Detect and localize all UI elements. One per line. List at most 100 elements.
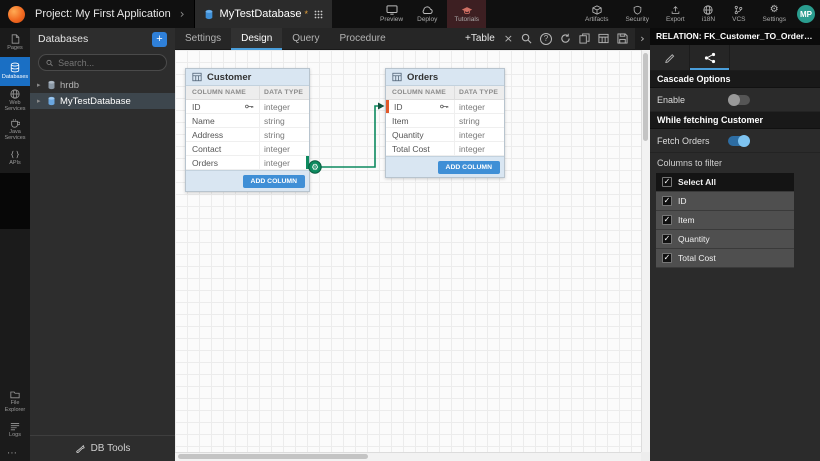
scrollbar-thumb[interactable] xyxy=(643,53,648,141)
column-type: integer xyxy=(259,100,309,113)
chevron-right-icon[interactable]: › xyxy=(180,7,185,21)
user-avatar[interactable]: MP xyxy=(797,5,815,23)
column-row-item[interactable]: Item string xyxy=(386,114,504,128)
tutorials-label: Tutorials xyxy=(454,16,479,23)
deploy-button[interactable]: Deploy xyxy=(413,0,441,28)
scrollbar-thumb[interactable] xyxy=(178,454,368,459)
artifacts-button[interactable]: Artifacts xyxy=(581,0,612,28)
zoom-search-icon[interactable] xyxy=(521,33,532,44)
database-tab[interactable]: MyTestDatabase * xyxy=(194,0,332,28)
settings-button[interactable]: ⚙ Settings xyxy=(759,0,791,28)
pages-file-icon xyxy=(11,34,20,44)
checkbox-checked-icon[interactable]: ✓ xyxy=(662,234,672,244)
grid-menu-icon[interactable] xyxy=(314,10,323,19)
search-input[interactable] xyxy=(58,58,159,68)
preview-button[interactable]: Preview xyxy=(376,0,407,28)
help-icon[interactable]: ? xyxy=(540,33,552,45)
i18n-button[interactable]: i18N xyxy=(698,0,719,28)
column-row-address[interactable]: Address string xyxy=(186,128,309,142)
filter-row-id[interactable]: ✓ ID xyxy=(656,192,794,211)
rail-item-pages[interactable]: Pages xyxy=(0,28,30,57)
topbar-right-actions: Artifacts Security Export xyxy=(581,0,790,28)
wavemaker-logo-icon[interactable] xyxy=(8,6,25,23)
canvas-toolbar-icons: × ? xyxy=(504,32,628,45)
security-button[interactable]: Security xyxy=(621,0,652,28)
tab-relations[interactable] xyxy=(690,45,730,70)
rail-item-apis[interactable]: APIs xyxy=(0,144,30,173)
scrollbar-corner xyxy=(641,452,650,461)
add-table-button[interactable]: +Table xyxy=(465,33,495,44)
table-card-header[interactable]: Orders xyxy=(386,69,504,86)
column-row-orders[interactable]: Orders integer xyxy=(186,156,309,170)
tab-design[interactable]: Design xyxy=(231,28,282,50)
rail-label: APIs xyxy=(9,160,21,166)
add-database-button[interactable]: + xyxy=(152,32,167,47)
column-row-id[interactable]: ID integer xyxy=(186,100,309,114)
export-table-icon[interactable] xyxy=(598,33,609,44)
table-card-header[interactable]: Customer xyxy=(186,69,309,86)
rail-item-web-services[interactable]: Web Services xyxy=(0,86,30,115)
fetch-orders-label: Fetch Orders xyxy=(657,136,710,146)
fetch-orders-toggle[interactable] xyxy=(728,136,750,146)
column-row-total-cost[interactable]: Total Cost integer xyxy=(386,142,504,156)
filter-row-select-all[interactable]: ✓ Select All xyxy=(656,173,794,192)
deploy-label: Deploy xyxy=(417,16,437,23)
checkbox-checked-icon[interactable]: ✓ xyxy=(662,177,672,187)
top-bar: Project: My First Application › MyTestDa… xyxy=(0,0,820,28)
column-row-name[interactable]: Name string xyxy=(186,114,309,128)
tab-settings[interactable]: Settings xyxy=(175,28,231,50)
rail-item-file-explorer[interactable]: File Explorer xyxy=(0,387,30,416)
tree-chevron-icon[interactable]: ▸ xyxy=(37,97,43,105)
column-type: integer xyxy=(454,100,504,113)
rail-label: Logs xyxy=(9,432,21,438)
filter-row-item[interactable]: ✓ Item xyxy=(656,211,794,230)
relation-anchor[interactable] xyxy=(306,156,309,169)
table-card-customer[interactable]: Customer COLUMN NAME DATA TYPE ID intege… xyxy=(185,68,310,192)
column-row-contact[interactable]: Contact integer xyxy=(186,142,309,156)
enable-toggle[interactable] xyxy=(728,95,750,105)
vcs-label: VCS xyxy=(732,16,745,23)
export-button[interactable]: Export xyxy=(662,0,689,28)
column-name: Contact xyxy=(192,144,221,154)
save-icon[interactable] xyxy=(617,33,628,44)
checkbox-checked-icon[interactable]: ✓ xyxy=(662,196,672,206)
checkbox-checked-icon[interactable]: ✓ xyxy=(662,253,672,263)
tab-query[interactable]: Query xyxy=(282,28,329,50)
web-services-globe-icon xyxy=(10,89,20,99)
add-column-button[interactable]: ADD COLUMN xyxy=(243,175,305,188)
tab-edit[interactable] xyxy=(650,45,690,70)
export-label: Export xyxy=(666,16,685,23)
cascade-options-header: Cascade Options xyxy=(650,71,820,88)
tree-chevron-icon[interactable]: ▸ xyxy=(37,81,43,89)
column-name: Address xyxy=(192,130,223,140)
database-search[interactable] xyxy=(38,54,167,71)
more-options-icon[interactable]: ⋯ xyxy=(0,445,30,461)
copy-icon[interactable] xyxy=(579,33,590,44)
tutorials-button[interactable]: Tutorials xyxy=(447,0,486,28)
rail-item-logs[interactable]: Logs xyxy=(0,416,30,445)
db-tools-button[interactable]: DB Tools xyxy=(30,435,175,461)
checkbox-checked-icon[interactable]: ✓ xyxy=(662,215,672,225)
rail-item-java-services[interactable]: Java Services xyxy=(0,115,30,144)
close-icon[interactable]: × xyxy=(504,32,513,45)
table-card-orders[interactable]: Orders COLUMN NAME DATA TYPE ID integer … xyxy=(385,68,505,178)
tab-procedure[interactable]: Procedure xyxy=(330,28,396,50)
column-row-id[interactable]: ID integer xyxy=(386,100,504,114)
tree-item-hrdb[interactable]: ▸ hrdb xyxy=(30,77,175,93)
tree-item-mytestdatabase[interactable]: ▸ MyTestDatabase xyxy=(30,93,175,109)
vcs-button[interactable]: VCS xyxy=(728,0,749,28)
globe-icon xyxy=(703,5,713,15)
column-row-quantity[interactable]: Quantity integer xyxy=(386,128,504,142)
refresh-icon[interactable] xyxy=(560,33,571,44)
design-canvas[interactable]: Customer COLUMN NAME DATA TYPE ID intege… xyxy=(175,50,650,461)
relation-panel: RELATION: FK_Customer_TO_Orders_O... Cas… xyxy=(650,28,820,461)
horizontal-scrollbar[interactable] xyxy=(175,452,641,461)
filter-row-quantity[interactable]: ✓ Quantity xyxy=(656,230,794,249)
vertical-scrollbar[interactable] xyxy=(641,50,650,452)
collapse-panel-chevron[interactable]: › xyxy=(635,28,650,50)
rail-label: Web Services xyxy=(1,100,29,113)
rail-item-databases[interactable]: Databases xyxy=(0,57,30,86)
filter-row-total-cost[interactable]: ✓ Total Cost xyxy=(656,249,794,268)
add-column-button[interactable]: ADD COLUMN xyxy=(438,161,500,174)
folder-icon xyxy=(10,390,20,399)
